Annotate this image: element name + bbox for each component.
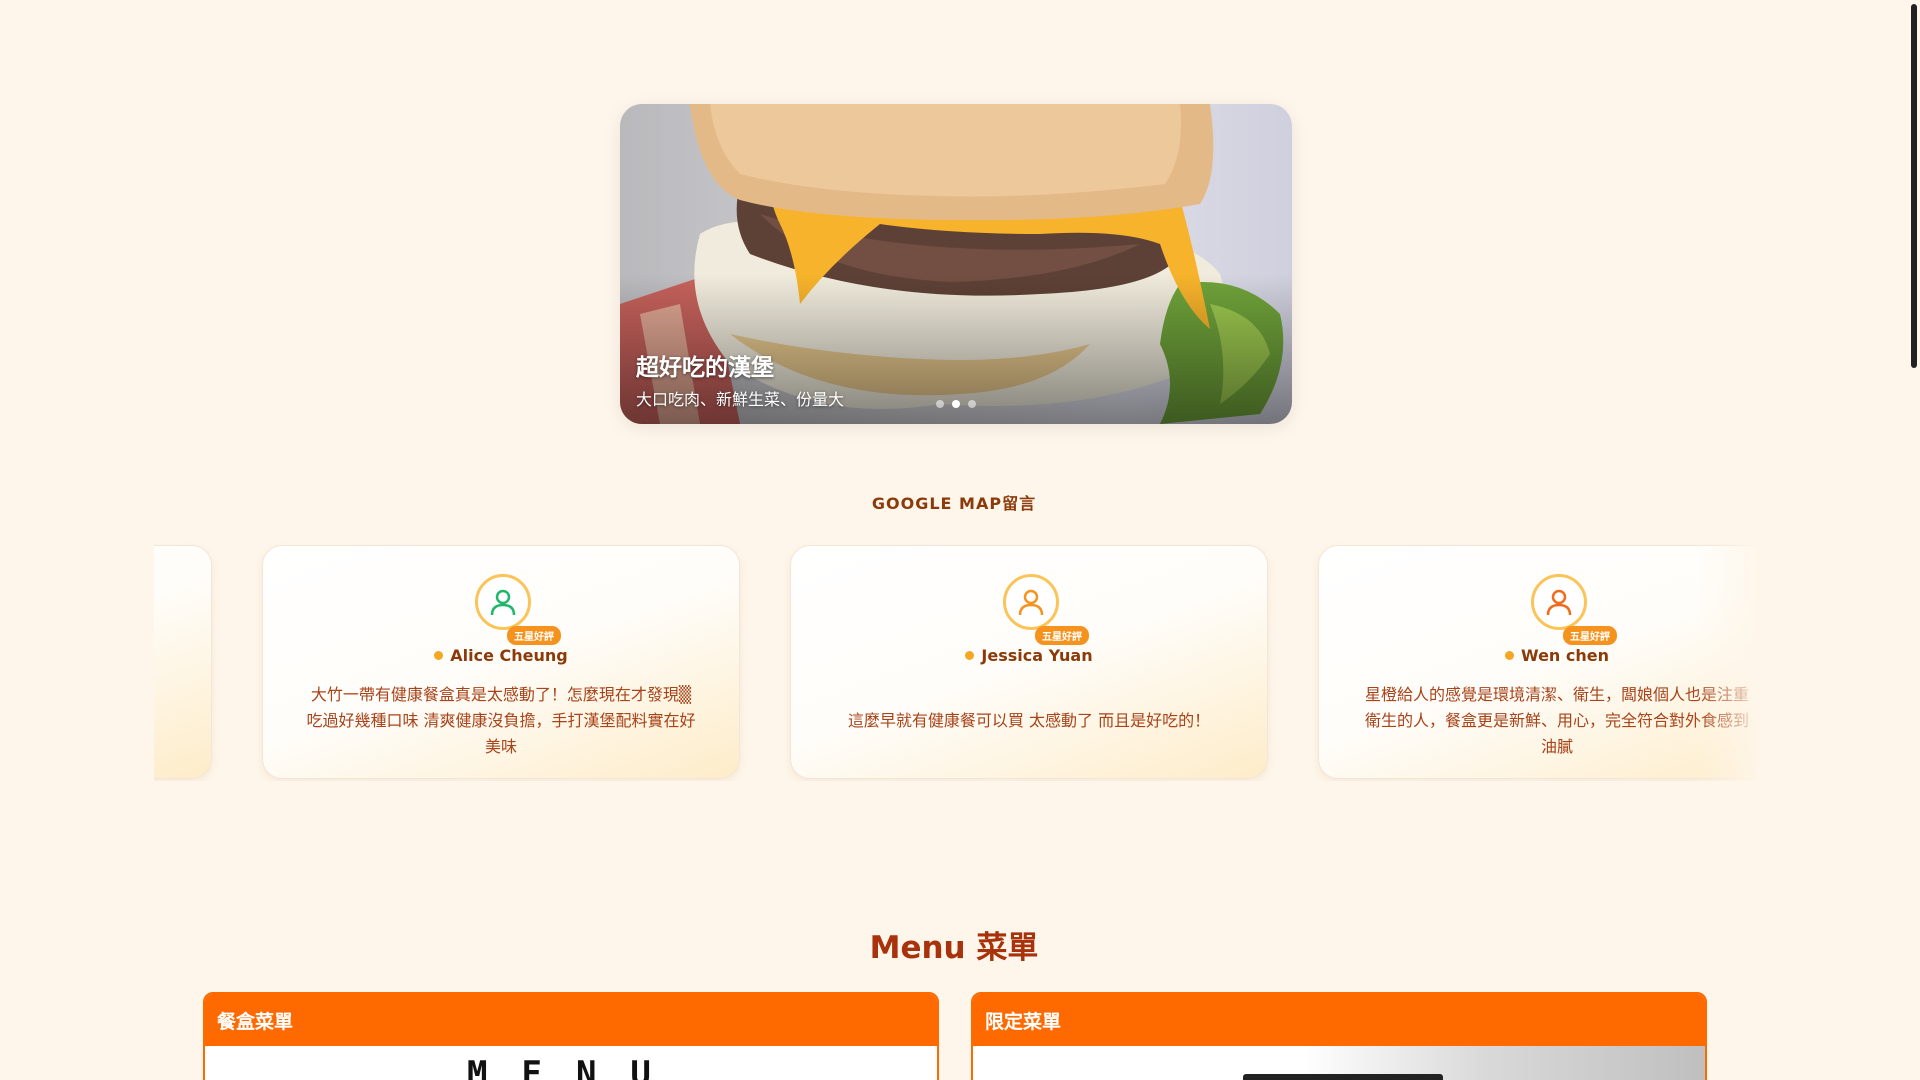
review-card: 五星好評 Jessica Yuan 這麼早就有健康餐可以買 太感動了 而且是好吃… (790, 545, 1268, 779)
page: 超好吃的漢堡 大口吃肉、新鮮生菜、份量大 GOOGLE MAP留言 五星好評 A… (0, 0, 1920, 1080)
reviews-carousel[interactable]: 五星好評 Alice Cheung 大竹一帶有健康餐盒真是太感動了！怎麼現在才發… (154, 543, 1756, 781)
menu-image[interactable]: MENU (205, 1046, 937, 1080)
reviewer-name: Alice Cheung (450, 646, 568, 665)
scrollbar[interactable] (1908, 0, 1920, 1080)
bullet-icon (434, 651, 444, 660)
reviewer-name: Jessica Yuan (981, 646, 1093, 665)
reviewer-name-row: Wen chen (1319, 646, 1756, 665)
menu-image[interactable] (973, 1046, 1705, 1080)
rating-badge: 五星好評 (1563, 626, 1617, 645)
menu-section-title: Menu 菜單 (869, 930, 1039, 966)
hero-carousel[interactable]: 超好吃的漢堡 大口吃肉、新鮮生菜、份量大 (620, 104, 1292, 424)
user-icon (490, 589, 516, 616)
review-card: 五星好評 Alice Cheung 大竹一帶有健康餐盒真是太感動了！怎麼現在才發… (262, 545, 740, 779)
rating-badge: 五星好評 (507, 626, 561, 645)
reviewer-name-row: Alice Cheung (263, 646, 739, 665)
avatar (1003, 574, 1059, 630)
carousel-fade (1696, 543, 1756, 781)
hero-subtitle: 大口吃肉、新鮮生菜、份量大 (636, 390, 845, 409)
reviewer-name-row: Jessica Yuan (791, 646, 1267, 665)
menu-card-limited[interactable]: 限定菜單 (971, 992, 1707, 1080)
review-text: 這麼早就有健康餐可以買 太感動了 而且是好吃的！ (847, 711, 1211, 730)
carousel-dot-active[interactable] (952, 400, 960, 408)
menu-image-graphic (1243, 1074, 1443, 1080)
review-card: 五星好評 Wen chen 星橙給人的感覺是環境清潔、衛生，闆娘個人也是注重衛生… (1318, 545, 1756, 779)
rating-badge: 五星好評 (1035, 626, 1089, 645)
carousel-dot[interactable] (968, 400, 976, 408)
user-icon (1018, 589, 1044, 616)
carousel-dot[interactable] (936, 400, 944, 408)
review-text: 大竹一帶有健康餐盒真是太感動了！怎麼現在才發現▒吃過好幾種口味 清爽健康沒負擔，… (306, 685, 696, 756)
menu-card-boxed-meals[interactable]: 餐盒菜單 MENU (203, 992, 939, 1080)
hero-title: 超好吃的漢堡 (636, 355, 774, 381)
menu-image-text: MENU (467, 1054, 685, 1080)
carousel-dots (936, 400, 976, 408)
bullet-icon (1504, 651, 1514, 660)
reviewer-name: Wen chen (1520, 646, 1609, 665)
menu-card-label: 餐盒菜單 (205, 994, 937, 1046)
reviews-section-label: GOOGLE MAP留言 (871, 494, 1037, 513)
scrollbar-thumb[interactable] (1911, 4, 1917, 368)
bullet-icon (965, 651, 975, 660)
review-card-partial (154, 545, 212, 779)
user-icon (1546, 589, 1572, 616)
menu-card-label: 限定菜單 (973, 994, 1705, 1046)
avatar (1531, 574, 1587, 630)
avatar (475, 574, 531, 630)
